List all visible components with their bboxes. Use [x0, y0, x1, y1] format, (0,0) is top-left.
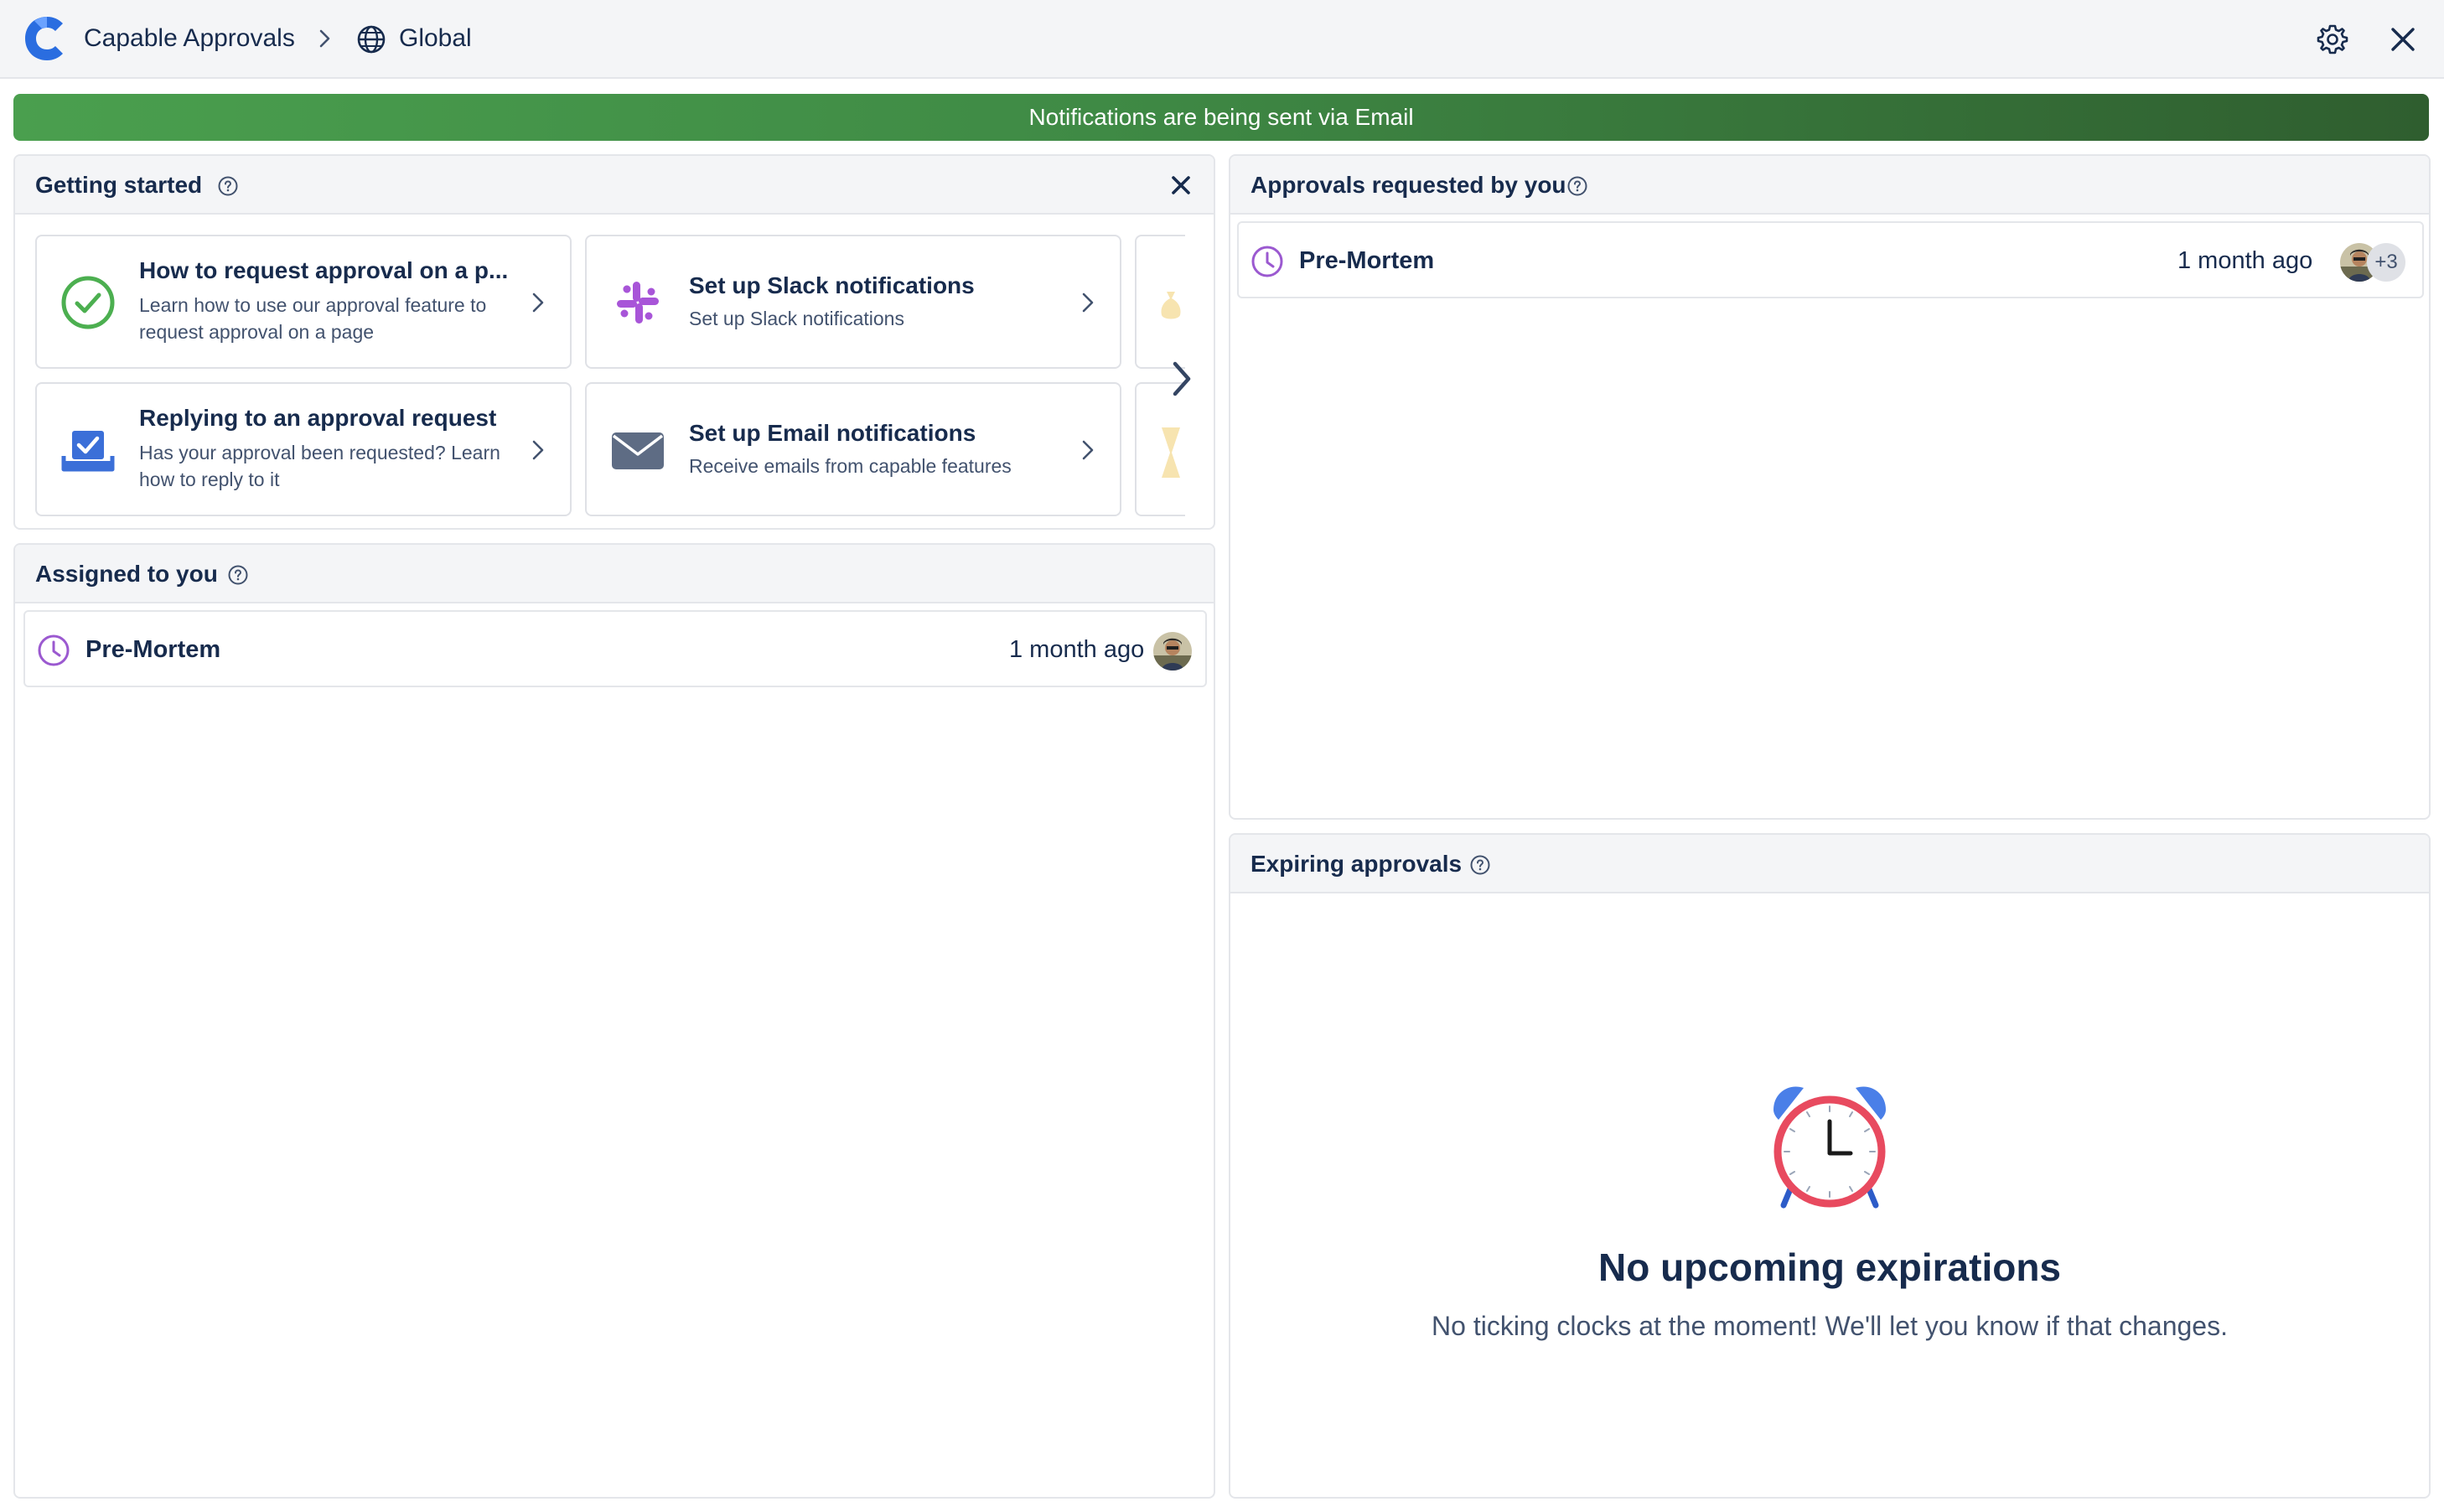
empty-state-title: No upcoming expirations: [1597, 1245, 2062, 1289]
expiring-header: Expiring approvals: [1230, 835, 2429, 893]
chevron-right-icon: [532, 440, 544, 460]
clock-icon: [38, 634, 70, 666]
item-title: Pre-Mortem: [1299, 247, 1435, 274]
card-reply-approval[interactable]: Replying to an approval request Has your…: [35, 382, 572, 516]
check-circle-icon: [61, 276, 115, 329]
notification-banner: Notifications are being sent via Email: [13, 94, 2429, 141]
assigned-header: Assigned to you: [15, 545, 1214, 603]
capable-logo-icon: [25, 17, 63, 60]
approvals-requested-panel: Approvals requested by you Pre-Mortem 1 …: [1229, 154, 2431, 820]
card-title: Replying to an approval request: [139, 405, 497, 431]
hourglass-icon: [1162, 427, 1180, 478]
card-description: Learn how to use our approval feature to…: [139, 294, 487, 343]
bag-icon: [1161, 292, 1181, 319]
breadcrumb-scope[interactable]: Global: [399, 23, 472, 54]
card-description: Set up Slack notifications: [689, 308, 904, 329]
getting-started-title: Getting started: [35, 172, 203, 198]
close-icon[interactable]: [1168, 173, 1194, 198]
card-title: How to request approval on a p...: [139, 257, 509, 283]
item-title: Pre-Mortem: [85, 636, 221, 663]
card-title: Set up Slack notifications: [689, 272, 975, 298]
more-users-badge[interactable]: +3: [2367, 243, 2405, 282]
getting-started-header: Getting started: [15, 156, 1214, 215]
card-description: Has your approval been requested? Learn …: [139, 442, 500, 490]
slack-icon: [617, 282, 659, 324]
assigned-to-you-panel: Assigned to you Pre-Mortem 1 month ago: [13, 543, 1215, 1499]
card-description: Receive emails from capable features: [689, 455, 1012, 477]
avatar: [1153, 632, 1192, 671]
card-slack-notifications[interactable]: Set up Slack notifications Set up Slack …: [585, 235, 1121, 369]
help-icon[interactable]: [216, 174, 240, 198]
breadcrumb-app[interactable]: Capable Approvals: [84, 23, 295, 54]
globe-icon: [357, 25, 386, 54]
close-icon[interactable]: [2385, 22, 2421, 57]
chevron-right-icon: [1082, 293, 1094, 313]
card-peek[interactable]: [1135, 235, 1185, 369]
chevron-right-icon: [532, 293, 544, 313]
requested-title: Approvals requested by you: [1250, 172, 1566, 198]
top-bar: Capable Approvals Global: [0, 0, 2444, 79]
list-item[interactable]: Pre-Mortem 1 month ago +3: [1237, 221, 2424, 298]
empty-state-description: No ticking clocks at the moment! We'll l…: [1432, 1311, 2228, 1341]
chevron-right-icon: [319, 29, 330, 48]
card-title: Set up Email notifications: [689, 420, 976, 446]
help-icon[interactable]: [1566, 174, 1589, 198]
envelope-icon: [612, 432, 664, 469]
chevron-right-icon: [1082, 440, 1094, 460]
clock-icon: [1251, 246, 1283, 277]
item-time: 1 month ago: [2177, 247, 2313, 274]
expiring-title: Expiring approvals: [1250, 851, 1463, 877]
help-icon[interactable]: [226, 563, 250, 587]
getting-started-panel: Getting started How to request approval …: [13, 154, 1215, 530]
gear-icon[interactable]: [2315, 22, 2350, 57]
card-request-approval[interactable]: How to request approval on a p... Learn …: [35, 235, 572, 369]
help-icon[interactable]: [1468, 853, 1492, 877]
checkbox-tray-icon: [61, 431, 115, 472]
assigned-title: Assigned to you: [35, 561, 218, 587]
alarm-clock-icon: [1773, 1086, 1886, 1209]
item-time: 1 month ago: [1009, 636, 1145, 663]
carousel-next-icon[interactable]: [1160, 354, 1204, 404]
list-item[interactable]: Pre-Mortem 1 month ago: [23, 610, 1207, 687]
requested-header: Approvals requested by you: [1230, 156, 2429, 215]
card-email-notifications[interactable]: Set up Email notifications Receive email…: [585, 382, 1121, 516]
expiring-approvals-panel: Expiring approvals No upcoming expiratio…: [1229, 833, 2431, 1499]
